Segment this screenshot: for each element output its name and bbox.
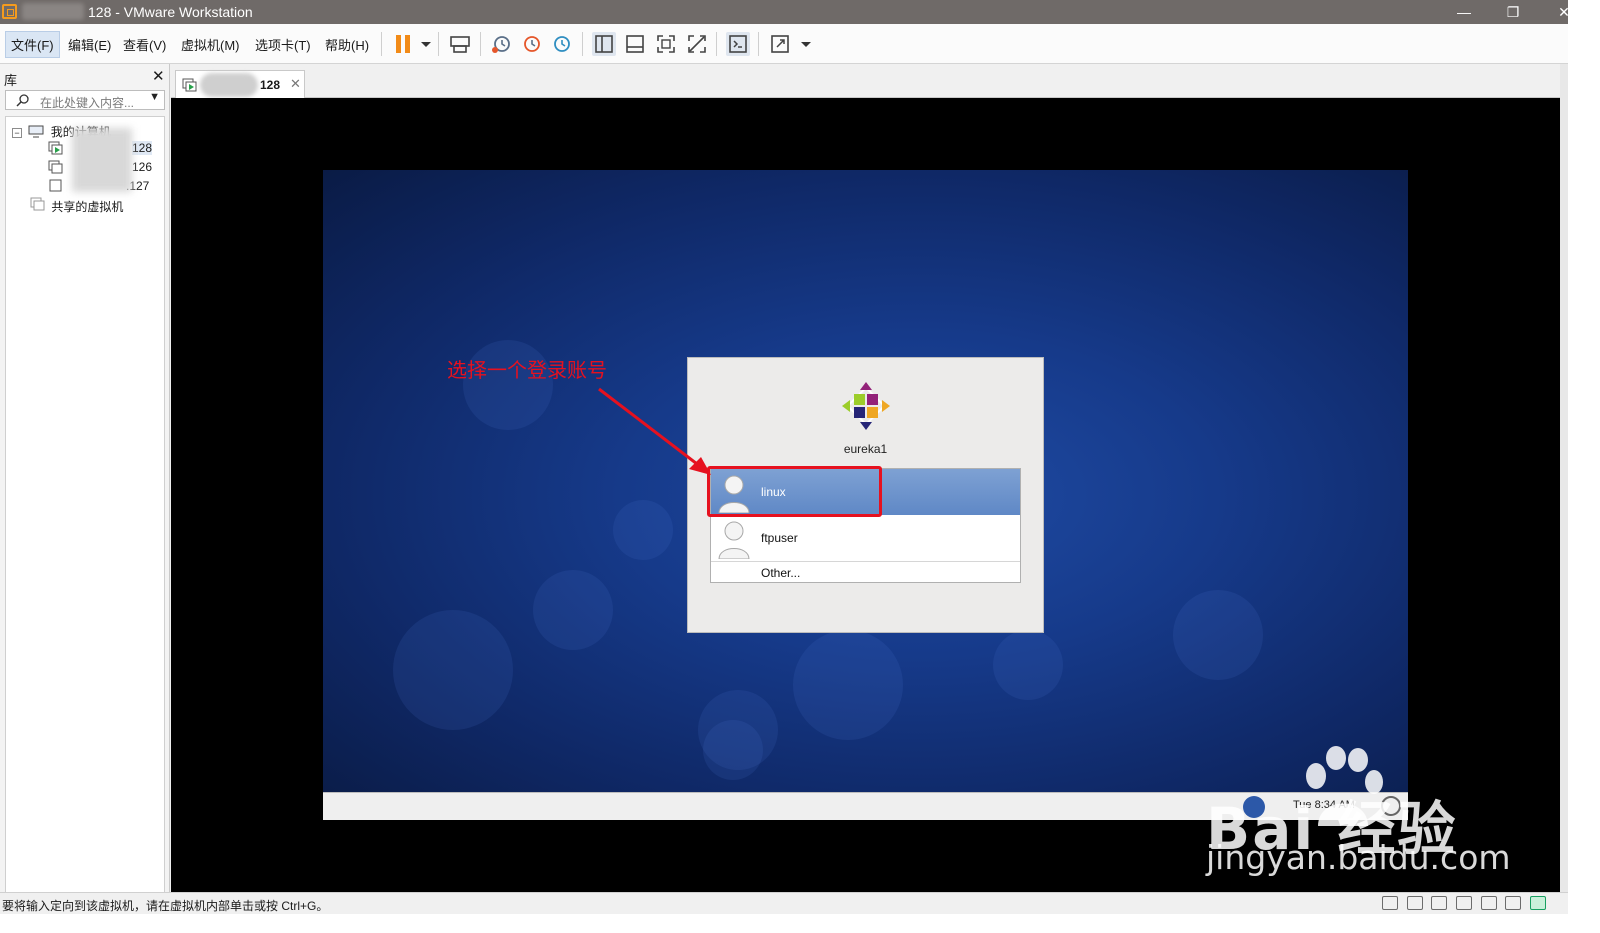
restore-button[interactable]: ❐: [1490, 0, 1536, 24]
pause-icon[interactable]: [392, 32, 416, 56]
library-panel: 库 ✕ 在此处键入内容... ▼ − 我的计算机 128 126 .127 共享…: [0, 64, 170, 910]
vmware-logo-icon: [2, 4, 17, 19]
menu-edit[interactable]: 编辑(E): [66, 35, 113, 54]
tab-vm-128[interactable]: 128 ✕: [175, 70, 305, 98]
redacted-tab-name: [200, 73, 258, 97]
status-message: 要将输入定向到该虚拟机，请在虚拟机内部单击或按 Ctrl+G。: [2, 899, 329, 913]
stretch-dropdown-icon[interactable]: [794, 32, 811, 56]
toolbar-separator: [758, 32, 759, 56]
display-icon[interactable]: [1505, 896, 1522, 910]
menu-view[interactable]: 查看(V): [121, 35, 168, 54]
annotation-text: 选择一个登录账号: [447, 360, 607, 382]
cd-dvd-icon[interactable]: [1406, 896, 1423, 910]
bottom-edge: [0, 914, 1600, 933]
annotation-arrow-icon: [598, 387, 711, 475]
tree-label-shared: 共享的虚拟机: [51, 200, 124, 214]
centos-logo-icon: [840, 380, 892, 435]
vm-name-128: 128: [132, 141, 153, 155]
tree-vm-127[interactable]: .127: [48, 179, 149, 196]
menu-toolbar: 文件(F) 编辑(E) 查看(V) 虚拟机(M) 选项卡(T) 帮助(H): [0, 24, 1600, 64]
snapshot-revert-icon[interactable]: [520, 32, 544, 56]
menu-help[interactable]: 帮助(H): [323, 35, 371, 54]
hostname-label: eureka1: [843, 442, 888, 456]
vm-tree: − 我的计算机 128 126 .127 共享的虚拟机: [5, 116, 165, 898]
stretch-guest-icon[interactable]: [768, 32, 792, 56]
tab-label: 128: [260, 78, 281, 92]
network-adapter-icon[interactable]: [1431, 896, 1448, 910]
snapshot-take-icon[interactable]: [490, 32, 514, 56]
shared-vm-icon: [30, 197, 45, 211]
pause-dropdown-icon[interactable]: [414, 32, 431, 56]
vm-icon: [48, 160, 63, 174]
toolbar-separator: [716, 32, 717, 56]
sound-card-icon[interactable]: [1480, 896, 1497, 910]
vm-icon: [49, 179, 62, 192]
vm-running-icon: [48, 141, 63, 155]
toolbar-separator: [438, 32, 439, 56]
library-search[interactable]: 在此处键入内容... ▼: [5, 90, 165, 110]
tree-node-shared[interactable]: 共享的虚拟机: [30, 197, 123, 215]
search-dropdown-icon[interactable]: ▼: [149, 91, 160, 103]
device-icons: [1382, 896, 1551, 913]
show-library-icon[interactable]: [592, 32, 616, 56]
show-thumbnail-bar-icon[interactable]: [623, 32, 647, 56]
user-item-other[interactable]: Other...: [711, 561, 1020, 583]
close-tab-icon[interactable]: ✕: [290, 76, 301, 92]
window-title: 128 - VMware Workstation: [88, 4, 253, 20]
close-library-icon[interactable]: ✕: [152, 67, 165, 85]
toolbar-separator: [582, 32, 583, 56]
watermark-url: jingyan.baidu.com: [1206, 838, 1511, 877]
status-bar: 要将输入定向到该虚拟机，请在虚拟机内部单击或按 Ctrl+G。: [0, 892, 1568, 914]
menu-vm[interactable]: 虚拟机(M): [179, 35, 242, 54]
user-item-ftpuser[interactable]: ftpuser: [711, 515, 1020, 561]
printer-icon[interactable]: [1455, 896, 1472, 910]
menu-file[interactable]: 文件(F): [5, 31, 60, 58]
window-edge: [1568, 0, 1600, 933]
toolbar-separator: [480, 32, 481, 56]
computer-icon: [28, 125, 44, 138]
minimize-button[interactable]: —: [1441, 0, 1487, 24]
vm-name-126: 126: [132, 160, 153, 174]
user-name: ftpuser: [761, 531, 798, 545]
redacted-title: [22, 3, 84, 20]
tree-vm-126[interactable]: 126: [48, 160, 152, 177]
search-placeholder: 在此处键入内容...: [40, 96, 135, 110]
other-user-label: Other...: [761, 566, 801, 580]
menu-tabs[interactable]: 选项卡(T): [253, 35, 313, 54]
unity-icon[interactable]: [685, 32, 709, 56]
message-log-icon[interactable]: [1529, 896, 1546, 910]
vertical-scrollbar[interactable]: [1560, 64, 1568, 892]
redacted-vm-names: [72, 128, 132, 192]
guest-desktop[interactable]: eureka1 linux ftpuser Other... 选择一个登录账号 …: [323, 170, 1408, 820]
snapshot-manager-icon[interactable]: [550, 32, 574, 56]
toolbar-separator: [381, 32, 382, 56]
search-icon: [16, 93, 30, 110]
tree-vm-128[interactable]: 128: [48, 141, 153, 158]
annotation-highlight-box: [707, 466, 882, 517]
hard-disk-icon[interactable]: [1382, 896, 1398, 910]
console-view-icon[interactable]: [726, 32, 750, 56]
user-avatar-icon: [717, 519, 751, 562]
vm-tab-icon: [182, 78, 197, 92]
send-ctrl-alt-del-icon[interactable]: [448, 32, 472, 56]
vm-console[interactable]: eureka1 linux ftpuser Other... 选择一个登录账号 …: [171, 98, 1560, 892]
tab-strip: 128 ✕: [171, 64, 1560, 98]
full-screen-icon[interactable]: [654, 32, 678, 56]
title-bar: 128 - VMware Workstation — ❐ ✕: [0, 0, 1600, 24]
collapse-icon[interactable]: −: [12, 128, 22, 138]
library-title: 库: [4, 73, 18, 88]
